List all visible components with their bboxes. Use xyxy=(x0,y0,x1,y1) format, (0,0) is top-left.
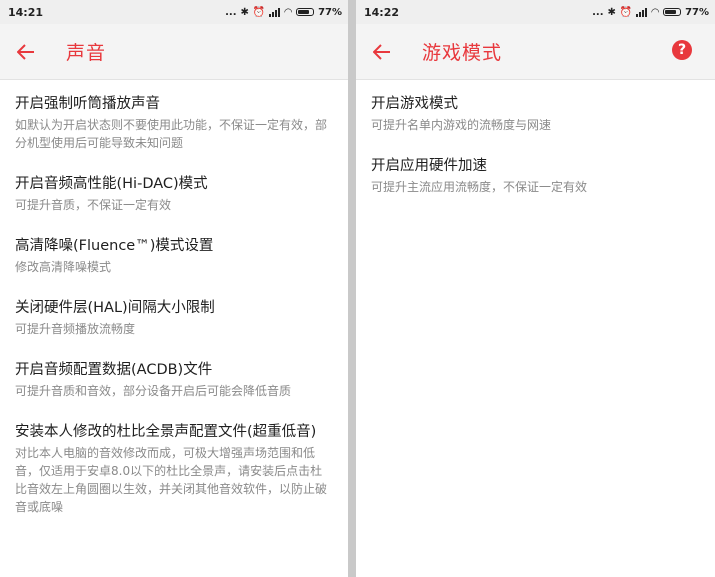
sound-settings-screen: 14:21 ... ✱ ⏰ ◠ 77% 声音 开启强制听筒播放声音 如默认为开启… xyxy=(0,0,348,577)
setting-title: 高清降噪(Fluence™)模式设置 xyxy=(15,238,214,254)
back-arrow-icon[interactable] xyxy=(370,40,394,64)
setting-game-mode[interactable]: 开启游戏模式 可提升名单内游戏的流畅度与网速 xyxy=(356,94,715,134)
setting-title: 关闭硬件层(HAL)间隔大小限制 xyxy=(15,300,215,316)
setting-dolby-config[interactable]: 安装本人修改的杜比全景声配置文件(超重低音) 对比本人电脑的音效修改而成，可极大… xyxy=(0,422,348,516)
signal-icon xyxy=(269,7,281,17)
setting-title: 开启音频高性能(Hi-DAC)模式 xyxy=(15,176,208,192)
battery-percent: 77% xyxy=(685,6,709,18)
setting-description: 可提升音频播放流畅度 xyxy=(15,322,136,336)
alarm-icon: ⏰ xyxy=(619,6,633,18)
battery-icon xyxy=(296,8,315,16)
setting-title: 开启音频配置数据(ACDB)文件 xyxy=(15,362,213,378)
battery-percent: 77% xyxy=(318,6,342,18)
settings-list: 开启游戏模式 可提升名单内游戏的流畅度与网速 开启应用硬件加速 可提升主流应用流… xyxy=(356,80,715,196)
setting-description: 可提升名单内游戏的流畅度与网速 xyxy=(371,118,552,132)
setting-hal-limit[interactable]: 关闭硬件层(HAL)间隔大小限制 可提升音频播放流畅度 xyxy=(0,298,348,338)
status-bar: 14:21 ... ✱ ⏰ ◠ 77% xyxy=(0,0,348,24)
status-icons: ... ✱ ⏰ ◠ 77% xyxy=(592,7,709,18)
signal-icon xyxy=(636,7,648,17)
app-bar: 声音 xyxy=(0,24,348,80)
wifi-icon: ◠ xyxy=(651,6,660,18)
bluetooth-icon: ✱ xyxy=(607,6,616,18)
wifi-icon: ◠ xyxy=(284,6,293,18)
setting-title: 开启游戏模式 xyxy=(371,96,458,112)
page-title: 游戏模式 xyxy=(422,42,503,64)
bluetooth-icon: ✱ xyxy=(240,6,249,18)
setting-description: 可提升音质，不保证一定有效 xyxy=(15,198,172,212)
battery-icon xyxy=(663,8,682,16)
setting-hw-acceleration[interactable]: 开启应用硬件加速 可提升主流应用流畅度，不保证一定有效 xyxy=(356,156,715,196)
page-title: 声音 xyxy=(66,42,107,64)
setting-force-earpiece[interactable]: 开启强制听筒播放声音 如默认为开启状态则不要使用此功能，不保证一定有效，部分机型… xyxy=(0,94,348,152)
setting-hi-dac[interactable]: 开启音频高性能(Hi-DAC)模式 可提升音质，不保证一定有效 xyxy=(0,174,348,214)
setting-fluence[interactable]: 高清降噪(Fluence™)模式设置 修改高清降噪模式 xyxy=(0,236,348,276)
setting-description: 如默认为开启状态则不要使用此功能，不保证一定有效，部分机型使用后可能导致未知问题 xyxy=(15,118,328,150)
game-mode-screen: 14:22 ... ✱ ⏰ ◠ 77% 游戏模式 ? 开启游戏模式 可提升名单内… xyxy=(356,0,715,577)
settings-list: 开启强制听筒播放声音 如默认为开启状态则不要使用此功能，不保证一定有效，部分机型… xyxy=(0,80,348,516)
setting-description: 修改高清降噪模式 xyxy=(15,260,112,274)
more-dots-icon: ... xyxy=(225,6,237,18)
status-icons: ... ✱ ⏰ ◠ 77% xyxy=(225,7,342,18)
status-time: 14:21 xyxy=(8,5,44,19)
back-arrow-icon[interactable] xyxy=(14,40,38,64)
status-bar: 14:22 ... ✱ ⏰ ◠ 77% xyxy=(356,0,715,24)
more-dots-icon: ... xyxy=(592,6,604,18)
setting-title: 开启强制听筒播放声音 xyxy=(15,96,160,112)
help-icon[interactable]: ? xyxy=(672,40,692,60)
setting-description: 可提升音质和音效，部分设备开启后可能会降低音质 xyxy=(15,384,292,398)
setting-description: 对比本人电脑的音效修改而成，可极大增强声场范围和低音，仅适用于安卓8.0以下的杜… xyxy=(15,446,328,514)
status-time: 14:22 xyxy=(364,5,400,19)
app-bar: 游戏模式 ? xyxy=(356,24,715,80)
setting-title: 开启应用硬件加速 xyxy=(371,158,487,174)
alarm-icon: ⏰ xyxy=(252,6,266,18)
setting-description: 可提升主流应用流畅度，不保证一定有效 xyxy=(371,180,588,194)
setting-acdb[interactable]: 开启音频配置数据(ACDB)文件 可提升音质和音效，部分设备开启后可能会降低音质 xyxy=(0,360,348,400)
setting-title: 安装本人修改的杜比全景声配置文件(超重低音) xyxy=(15,424,317,440)
